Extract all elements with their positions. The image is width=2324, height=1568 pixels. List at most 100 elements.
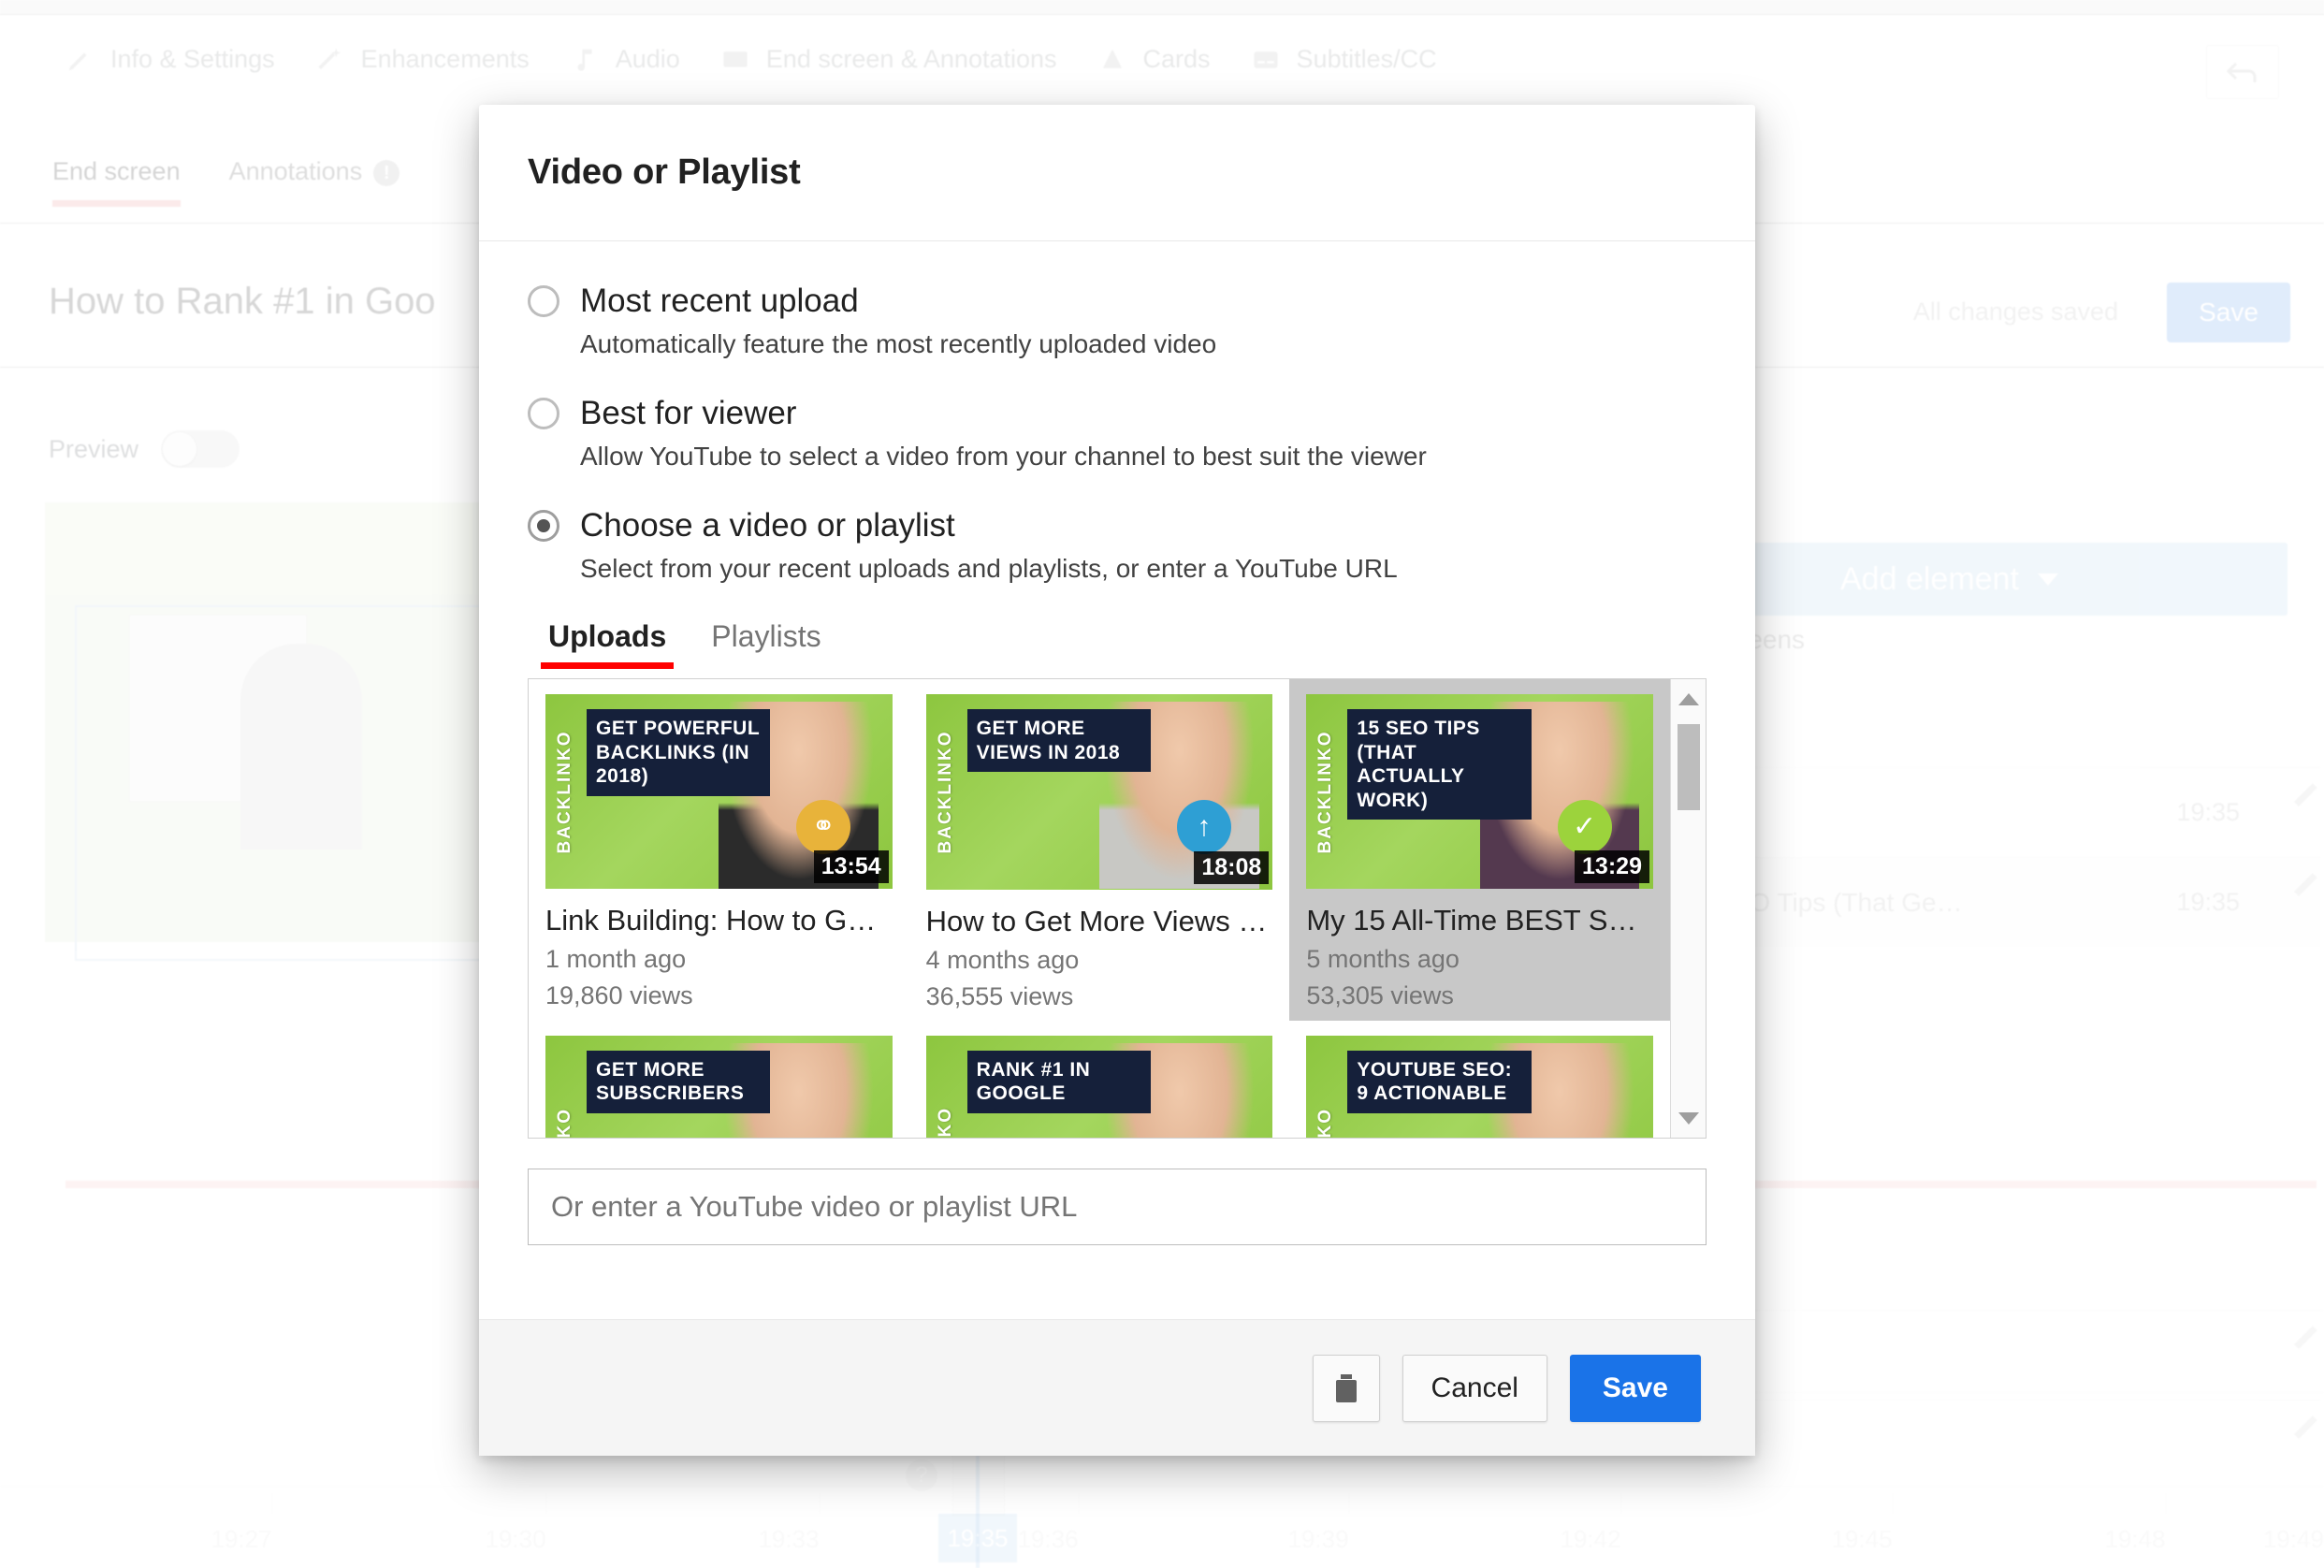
editor-tab-subtitles-cc[interactable]: Subtitles/CC (1242, 45, 1469, 74)
pencil-icon[interactable] (2290, 798, 2320, 828)
video-age: 4 months ago (925, 945, 1080, 974)
sub-tab-annotations[interactable]: Annotations! (229, 157, 400, 207)
page-save-button[interactable]: Save (2167, 283, 2290, 342)
trash-icon (1335, 1373, 1357, 1402)
radio-option-choose-a-video-or-playlist[interactable]: Choose a video or playlist Select from yo… (528, 507, 1707, 584)
video-grid: BACKLINKO GET POWERFUL BACKLINKS (IN 2018… (529, 679, 1670, 1138)
video-or-playlist-dialog: Video or Playlist Most recent upload Auto… (479, 105, 1755, 1456)
video-title: How to Get More Views … (925, 904, 1268, 937)
thumbnail-overlay-text: GET MORE SUBSCRIBERS (587, 1050, 771, 1113)
back-arrow-icon (2227, 62, 2257, 82)
radio-button-best-for-viewer[interactable] (528, 398, 559, 429)
element-row-time: 19:35 (2176, 798, 2240, 826)
pencil-icon[interactable] (2290, 888, 2320, 918)
delete-button[interactable] (1312, 1354, 1380, 1422)
sub-tab-label: End screen (52, 157, 181, 185)
thumbnail-overlay-text: GET POWERFUL BACKLINKS (IN 2018) (587, 709, 771, 796)
thumbnail-overlay-text: YOUTUBE SEO: 9 ACTIONABLE (1347, 1050, 1532, 1113)
tab-uploads[interactable]: Uploads (541, 619, 675, 669)
timeline-tick-mark (1078, 1493, 1080, 1514)
cancel-button[interactable]: Cancel (1402, 1354, 1547, 1422)
element-row-time: 19:35 (2176, 888, 2240, 916)
editor-tab-enhancements[interactable]: Enhancements (307, 45, 561, 74)
channel-brand-text: INKO (935, 1107, 955, 1139)
radio-option-row[interactable]: Best for viewer (528, 395, 1707, 432)
video-thumbnail: INKO RANK #1 IN GOOGLE (925, 1035, 1273, 1139)
timeline-tick-mark (1892, 1493, 1894, 1514)
radio-option-best-for-viewer[interactable]: Best for viewer Allow YouTube to select a… (528, 395, 1707, 472)
thumbnail-overlay-text: RANK #1 IN GOOGLE (966, 1050, 1152, 1113)
video-card[interactable]: BACKLINKO 15 SEO TIPS (THAT ACTUALLY WORK… (1289, 679, 1670, 1021)
volume-icon[interactable] (167, 1209, 211, 1242)
save-status-text: All changes saved (1912, 298, 2118, 326)
channel-brand-text: INKO (555, 1107, 574, 1139)
back-button[interactable] (2206, 45, 2279, 99)
timeline-tick-label: 19:39 (1287, 1493, 1350, 1554)
editor-tab-label: Info & Settings (110, 45, 275, 73)
timeline-tick-labels: 19:27 19:30 19:33 19:36 19:39 19:42 19:45 19:48… (0, 1493, 2324, 1568)
magic-wand-icon (316, 46, 344, 74)
editor-tab-info-settings[interactable]: Info & Settings (56, 45, 307, 74)
video-card[interactable]: INKO YOUTUBE SEO: 9 ACTIONABLE (1289, 1021, 1670, 1139)
radio-label: Choose a video or playlist (580, 507, 955, 544)
radio-option-row[interactable]: Most recent upload (528, 283, 1707, 320)
timeline-tick-mark (1620, 1493, 1622, 1514)
dialog-header: Video or Playlist (479, 105, 1755, 241)
editor-tab-label: Cards (1142, 45, 1211, 73)
timeline-tick-label: 19:48 (2104, 1493, 2167, 1554)
preview-toggle[interactable] (161, 430, 240, 468)
video-grid-container: BACKLINKO GET POWERFUL BACKLINKS (IN 2018… (528, 678, 1707, 1139)
editor-tab-bar: Info & Settings Enhancements Audio End scre… (56, 45, 1469, 74)
channel-brand-text: BACKLINKO (1315, 730, 1336, 854)
preview-label: Preview (49, 434, 139, 463)
window-top-strip (0, 0, 2324, 15)
scroll-up-icon[interactable] (1671, 683, 1706, 715)
playhead-time-chip: 19:35 (938, 1514, 1017, 1562)
radio-button-most-recent-upload[interactable] (528, 285, 559, 317)
tab-playlists[interactable]: Playlists (704, 619, 828, 669)
table-row[interactable]: 19:35 (1675, 767, 2320, 857)
radio-option-most-recent-upload[interactable]: Most recent upload Automatically feature … (528, 283, 1707, 359)
editor-tab-label: End screen & Annotations (765, 45, 1057, 73)
video-age: 5 months ago (1306, 945, 1460, 974)
timeline-tick-label: 19:45 (1831, 1493, 1894, 1554)
timeline-tick-mark (819, 1493, 821, 1514)
video-age: 1 month ago (545, 945, 687, 974)
video-card[interactable]: BACKLINKO GET MORE VIEWS IN 2018 ↑ 18:08 How… (909, 679, 1290, 1021)
info-icon: ! (373, 159, 400, 186)
play-icon[interactable] (94, 1205, 125, 1246)
add-element-button[interactable]: Add element (1736, 543, 2288, 616)
youtube-url-input[interactable] (528, 1169, 1707, 1245)
editor-tab-end-screen-annotations[interactable]: End screen & Annotations (712, 45, 1089, 74)
timeline-tick-label: 19:30 (485, 1493, 547, 1554)
table-row[interactable]: ST SEO Tips (That Ge… 19:35 (1675, 857, 2320, 947)
video-grid-scrollbar[interactable] (1670, 679, 1706, 1138)
timeline-tick-label: 19:33 (758, 1493, 821, 1554)
video-view-count: 36,555 views (925, 981, 1074, 1010)
video-person-placeholder (129, 615, 362, 849)
radio-description: Allow YouTube to select a video from you… (580, 442, 1427, 471)
video-card[interactable]: INKO GET MORE SUBSCRIBERS (529, 1021, 909, 1139)
video-card[interactable]: INKO RANK #1 IN GOOGLE (909, 1021, 1290, 1139)
editor-tab-audio[interactable]: Audio (561, 45, 712, 74)
sub-tab-bar: End screen Annotations! (52, 157, 400, 207)
scroll-down-icon[interactable] (1671, 1102, 1706, 1134)
channel-brand-text: INKO (1315, 1107, 1336, 1139)
editor-tab-cards[interactable]: Cards (1089, 45, 1242, 74)
radio-description: Automatically feature the most recently … (580, 329, 1217, 358)
timeline-tick-label: 19:49. (2262, 1525, 2324, 1553)
scrollbar-thumb[interactable] (1678, 724, 1700, 810)
sub-tab-end-screen[interactable]: End screen (52, 157, 181, 207)
video-title: How to Rank #1 in Goo (49, 281, 436, 322)
video-card[interactable]: BACKLINKO GET POWERFUL BACKLINKS (IN 2018… (529, 679, 909, 1021)
subtitles-icon (1252, 46, 1280, 74)
radio-option-row[interactable]: Choose a video or playlist (528, 507, 1707, 544)
video-thumbnail: BACKLINKO GET MORE VIEWS IN 2018 ↑ 18:08 (925, 694, 1273, 890)
channel-brand-text: BACKLINKO (555, 730, 574, 854)
timeline-tick-mark (545, 1493, 547, 1514)
save-button[interactable]: Save (1569, 1354, 1701, 1422)
sub-tab-label: Annotations (228, 157, 363, 185)
editor-tab-label: Subtitles/CC (1296, 45, 1437, 73)
radio-button-choose-a-video-or-playlist[interactable] (528, 510, 559, 542)
video-thumbnail: INKO GET MORE SUBSCRIBERS (545, 1035, 893, 1139)
